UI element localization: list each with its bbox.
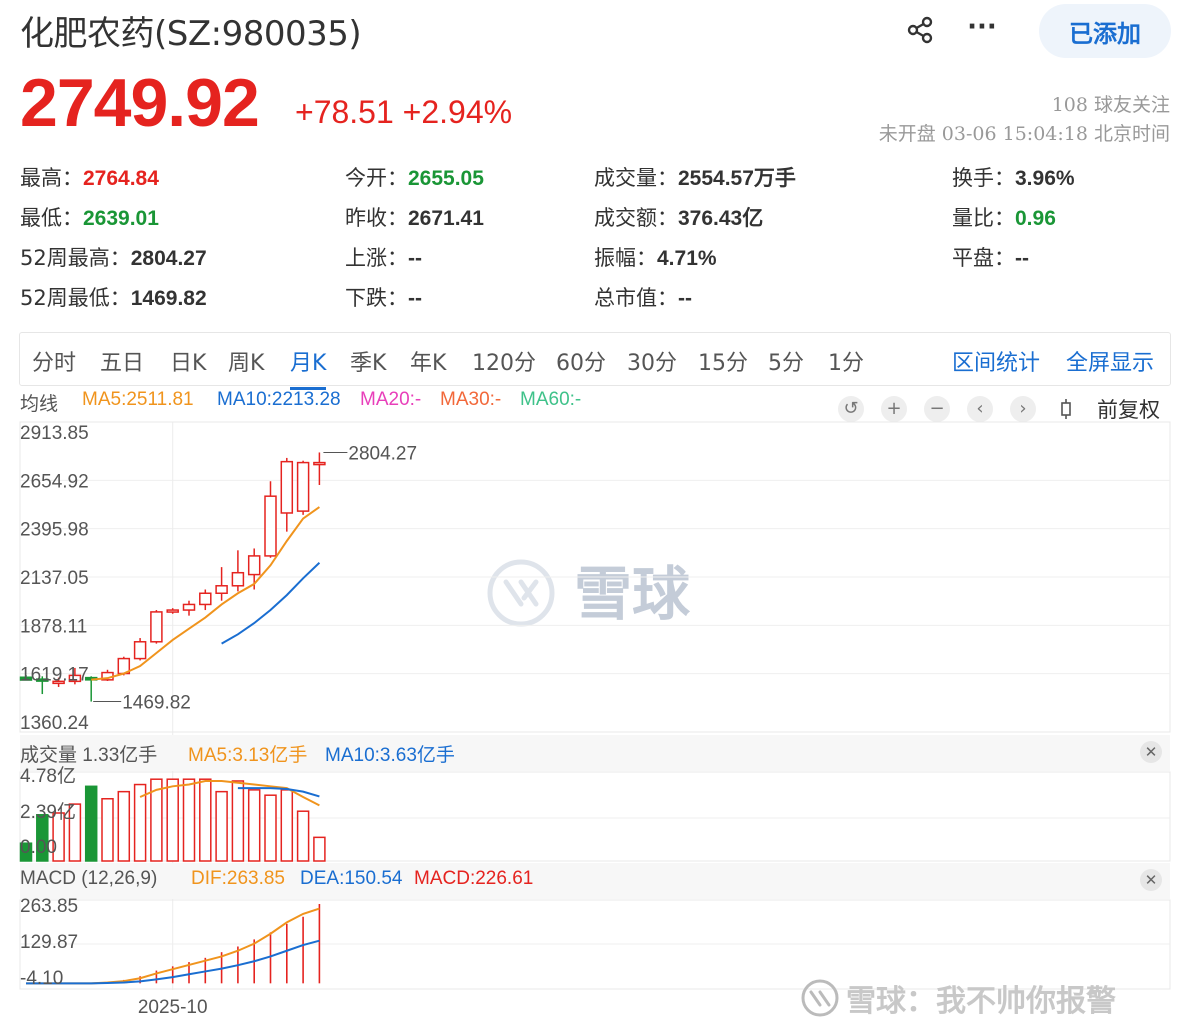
candle-body: [199, 592, 212, 606]
xueqiu-logo-icon: [801, 979, 839, 1017]
close-volume-icon[interactable]: ✕: [1140, 741, 1162, 763]
volume-ma10-legend: MA10:3.63亿手: [325, 745, 455, 766]
candle-body: [247, 555, 261, 576]
volume-bar: [199, 778, 212, 862]
volume-bar: [84, 785, 98, 862]
macd-tick-label: 263.85: [20, 896, 78, 917]
price-tick-label: 1878.11: [20, 616, 87, 637]
watermark-text: 雪球: [574, 560, 691, 628]
volume-tick-label: 4.78亿: [20, 765, 76, 787]
x-axis-label: 2025-10: [138, 997, 208, 1018]
volume-bar: [231, 780, 245, 862]
price-tick-label: 2137.05: [20, 568, 89, 589]
macd-dif-legend: DIF:263.85: [191, 868, 285, 889]
candle-body: [166, 609, 179, 613]
footer-watermark: 雪球：我不帅你报警: [800, 976, 1116, 1020]
high-label: 2804.27: [348, 443, 417, 464]
candle-body: [296, 461, 310, 512]
candle-body: [264, 495, 277, 557]
volume-bar: [166, 778, 179, 862]
volume-legend-label: 成交量 1.33亿手: [20, 745, 158, 766]
close-macd-icon[interactable]: ✕: [1140, 869, 1162, 891]
volume-tick-label: 2.39亿: [20, 801, 76, 823]
volume-bar: [182, 778, 196, 862]
volume-bar: [101, 798, 114, 862]
macd-legend-label: MACD (12,26,9): [20, 868, 158, 889]
xueqiu-watermark: 雪球: [487, 559, 691, 628]
volume-bar: [215, 790, 228, 862]
macd-dea-legend: DEA:150.54: [300, 868, 403, 889]
macd-tick-label: 129.87: [20, 932, 78, 953]
price-tick-label: 1619.17: [20, 665, 89, 686]
price-tick-label: 2913.85: [20, 423, 89, 444]
volume-bar: [280, 789, 294, 862]
low-label: 1469.82: [122, 693, 191, 714]
volume-bar: [313, 836, 326, 862]
volume-bar: [247, 789, 261, 862]
kline-chart[interactable]: 雪球 2913.85 2654.92 2395.98 2137.05 1878.11 16…: [0, 0, 1186, 1032]
candle-body: [182, 603, 196, 611]
footer-watermark-text: 雪球：我不帅你报警: [846, 984, 1116, 1019]
candle-body: [231, 571, 245, 587]
volume-ma5-legend: MA5:3.13亿手: [188, 745, 308, 766]
candle-body: [313, 461, 326, 466]
price-tick-label: 1360.24: [20, 713, 89, 734]
volume-tick-label: 0.00: [20, 837, 57, 858]
macd-tick-label: -4.10: [20, 968, 63, 989]
macd-value-legend: MACD:226.61: [414, 868, 534, 889]
volume-bar: [117, 790, 131, 862]
candle-body: [280, 460, 294, 514]
price-tick-label: 2395.98: [20, 520, 89, 541]
candle-body: [150, 611, 163, 643]
candle-body: [133, 641, 147, 660]
price-tick-label: 2654.92: [20, 471, 89, 492]
volume-bar: [296, 810, 310, 862]
volume-bar: [264, 794, 277, 862]
candle-body: [215, 585, 228, 594]
